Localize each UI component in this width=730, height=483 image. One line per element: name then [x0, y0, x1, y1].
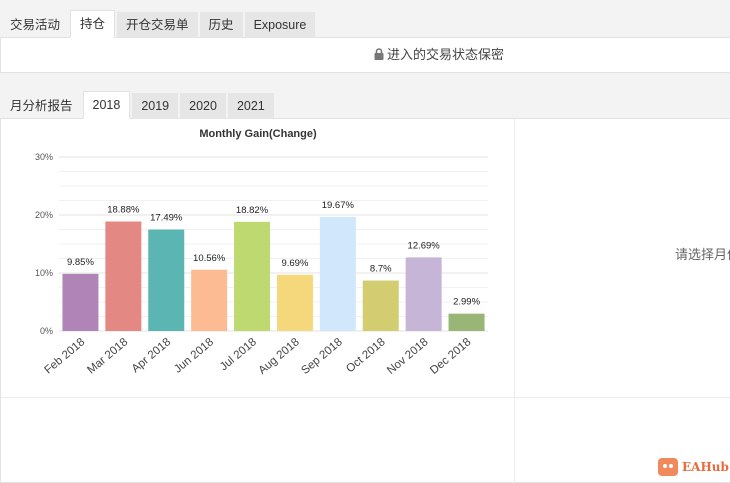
tab-year-2020[interactable]: 2020	[180, 93, 226, 119]
private-status-text: 进入的交易状态保密	[387, 47, 505, 62]
x-category-label: Aug 2018	[256, 336, 301, 377]
bar-data-label: 12.69%	[408, 240, 441, 251]
x-category-label: Jun 2018	[172, 336, 216, 376]
bar-data-label: 9.69%	[281, 258, 308, 269]
panel-divider-vertical	[514, 119, 515, 483]
x-category-label: Apr 2018	[130, 336, 173, 375]
bar-data-label: 18.88%	[107, 204, 140, 215]
bar-oct-2018[interactable]	[362, 280, 399, 331]
x-category-label: Mar 2018	[85, 336, 130, 376]
x-category-label: Sep 2018	[299, 336, 344, 377]
x-category-label: Nov 2018	[385, 336, 430, 377]
private-status-message: 进入的交易状态保密	[374, 44, 504, 63]
bar-data-label: 10.56%	[193, 253, 226, 264]
eahub-logo-text: EAHub	[682, 460, 729, 474]
bar-data-label: 18.82%	[236, 205, 269, 216]
bar-mar-2018[interactable]	[105, 221, 142, 331]
tab-open-orders[interactable]: 开仓交易单	[117, 12, 198, 38]
bar-data-label: 19.67%	[322, 200, 355, 211]
chart-title: Monthly Gain(Change)	[199, 128, 317, 140]
y-tick-label: 0%	[40, 326, 53, 336]
bar-data-label: 9.85%	[67, 257, 94, 268]
bar-jul-2018[interactable]	[234, 221, 271, 331]
x-category-label: Oct 2018	[344, 336, 387, 375]
bar-feb-2018[interactable]	[62, 273, 99, 331]
bar-aug-2018[interactable]	[276, 274, 313, 331]
bar-nov-2018[interactable]	[405, 257, 442, 331]
tab-year-2021[interactable]: 2021	[227, 93, 274, 119]
tab-exposure[interactable]: Exposure	[244, 12, 316, 38]
eahub-logo: EAHub	[658, 458, 729, 476]
x-category-label: Feb 2018	[42, 336, 87, 376]
y-tick-label: 30%	[35, 152, 53, 162]
top-tab-bar: 交易活动 持仓 开仓交易单 历史 Exposure	[0, 8, 317, 38]
bar-data-label: 2.99%	[453, 297, 480, 308]
y-tick-label: 10%	[35, 268, 53, 278]
bar-data-label: 17.49%	[150, 213, 183, 224]
positions-panel	[0, 37, 730, 73]
chart-bars: 9.85% Feb 2018 18.88% Mar 2018 17.49% Apr 201…	[42, 200, 485, 377]
monthly-gain-chart: Monthly Gain(Change) 0% 10% 20% 30% 9.85% Fe…	[35, 128, 488, 377]
eahub-logo-icon	[658, 458, 678, 476]
x-category-label: Jul 2018	[218, 336, 259, 373]
bar-jun-2018[interactable]	[191, 269, 228, 331]
monthly-report-label: 月分析报告	[10, 99, 73, 113]
select-month-hint: 请选择月份	[675, 247, 730, 262]
panel-divider-horizontal	[1, 397, 730, 398]
y-tick-label: 20%	[35, 210, 53, 220]
bar-data-label: 8.7%	[370, 264, 392, 275]
bar-sep-2018[interactable]	[319, 216, 356, 331]
bar-apr-2018[interactable]	[148, 229, 185, 331]
tab-year-2018[interactable]: 2018	[82, 91, 131, 119]
bar-dec-2018[interactable]	[448, 313, 485, 331]
tab-trading-activity[interactable]: 交易活动	[0, 12, 68, 38]
lock-icon	[374, 47, 384, 60]
x-category-label: Dec 2018	[428, 336, 473, 377]
report-tab-bar: 月分析报告 2018 2019 2020 2021	[0, 89, 276, 119]
tab-year-2019[interactable]: 2019	[132, 93, 179, 119]
tab-positions[interactable]: 持仓	[70, 10, 116, 38]
tab-history[interactable]: 历史	[199, 12, 243, 38]
